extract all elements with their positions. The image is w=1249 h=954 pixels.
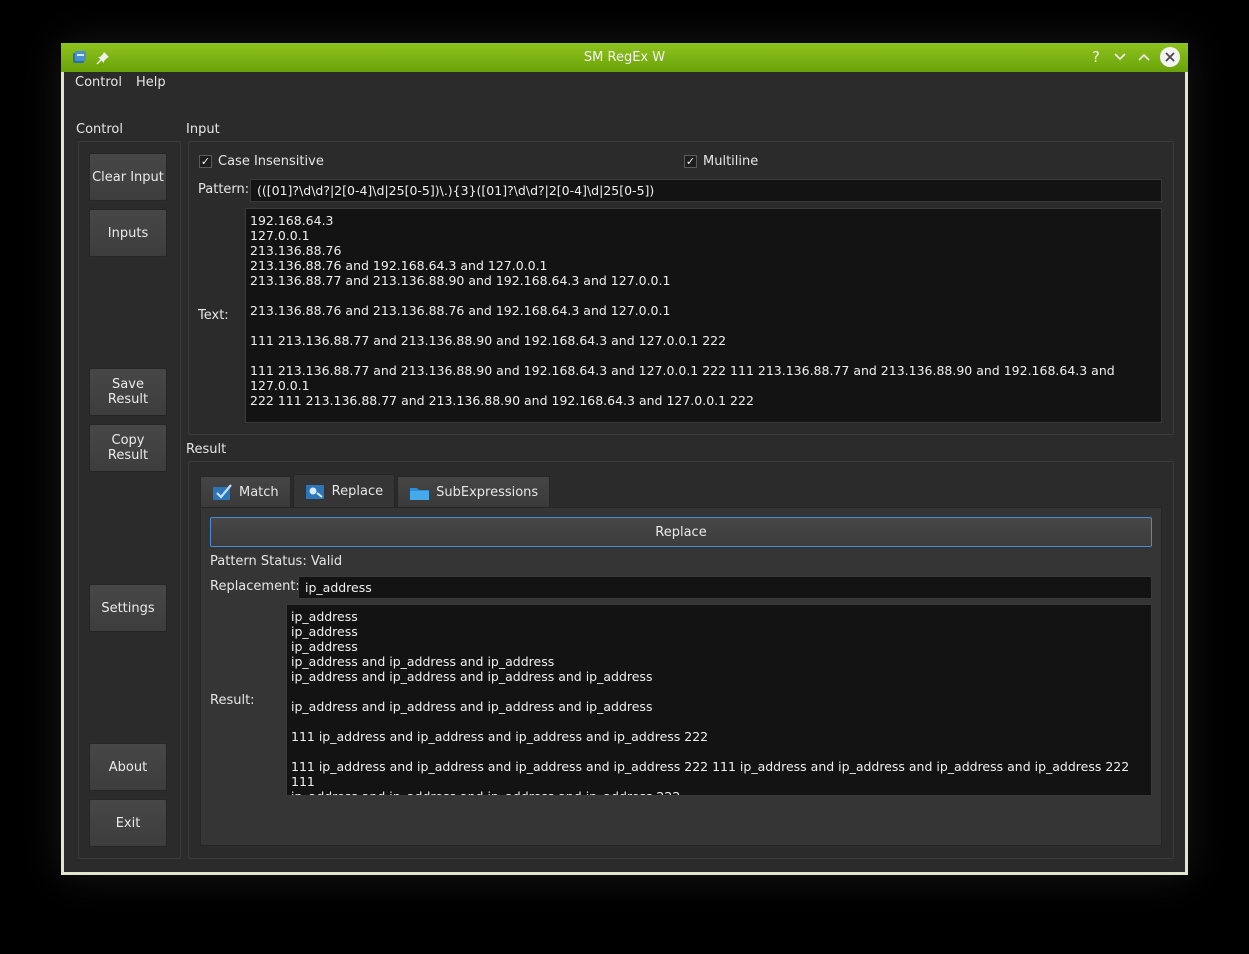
minimize-icon[interactable] <box>1112 47 1128 67</box>
title-bar[interactable]: SM RegEx W ? <box>61 43 1188 72</box>
tab-replace-label: Replace <box>331 484 384 499</box>
tab-subexpressions[interactable]: SubExpressions <box>397 476 551 508</box>
checkbox-box[interactable]: ✓ <box>199 155 212 168</box>
inputs-button[interactable]: Inputs <box>89 209 167 257</box>
replacement-input[interactable]: ip_address <box>298 576 1152 599</box>
help-icon[interactable]: ? <box>1088 47 1104 67</box>
subexpressions-icon <box>410 488 430 500</box>
pattern-input[interactable]: (([01]?\d\d?|2[0-4]\d|25[0-5])\.){3}([01… <box>250 179 1162 202</box>
result-output[interactable]: ip_address ip_address ip_address ip_addr… <box>286 604 1152 796</box>
save-result-button[interactable]: Save Result <box>89 368 167 416</box>
result-group-label: Result <box>186 442 227 457</box>
input-group-label: Input <box>186 122 220 137</box>
app-window: SM RegEx W ? Control Help Control Clear … <box>61 43 1188 875</box>
exit-button[interactable]: Exit <box>89 799 167 847</box>
settings-button[interactable]: Settings <box>89 584 167 632</box>
replace-tab-panel: Replace Pattern Status: Valid Replacemen… <box>200 507 1162 846</box>
copy-result-button[interactable]: Copy Result <box>89 424 167 472</box>
replacement-label: Replacement: <box>210 579 300 594</box>
menu-help[interactable]: Help <box>129 72 173 94</box>
tab-subexpressions-label: SubExpressions <box>436 485 539 500</box>
close-icon[interactable] <box>1160 47 1180 67</box>
tab-match-label: Match <box>239 485 279 500</box>
match-icon <box>213 484 232 500</box>
clear-input-button[interactable]: Clear Input <box>89 153 167 201</box>
case-insensitive-checkbox[interactable]: ✓ Case Insensitive <box>199 154 324 169</box>
window-title: SM RegEx W <box>583 50 666 65</box>
text-label: Text: <box>198 308 229 323</box>
menu-bar: Control Help <box>64 72 173 94</box>
multiline-checkbox[interactable]: ✓ Multiline <box>684 154 758 169</box>
multiline-label: Multiline <box>703 154 759 169</box>
case-insensitive-label: Case Insensitive <box>218 154 324 169</box>
pattern-label: Pattern: <box>198 182 250 197</box>
result-label: Result: <box>210 693 255 708</box>
tab-match[interactable]: Match <box>200 476 291 508</box>
pattern-status: Pattern Status: Valid <box>210 554 343 569</box>
replace-button[interactable]: Replace <box>210 517 1152 547</box>
tab-replace[interactable]: Replace <box>292 474 396 508</box>
replace-icon <box>305 485 324 499</box>
maximize-icon[interactable] <box>1136 47 1152 67</box>
about-button[interactable]: About <box>89 743 167 791</box>
result-tabs: Match Replace SubExpressions <box>200 474 552 508</box>
menu-control[interactable]: Control <box>64 72 129 94</box>
text-input[interactable]: 192.168.64.3 127.0.0.1 213.136.88.76 213… <box>245 208 1162 423</box>
control-group-label: Control <box>76 122 123 137</box>
checkbox-box[interactable]: ✓ <box>684 155 697 168</box>
